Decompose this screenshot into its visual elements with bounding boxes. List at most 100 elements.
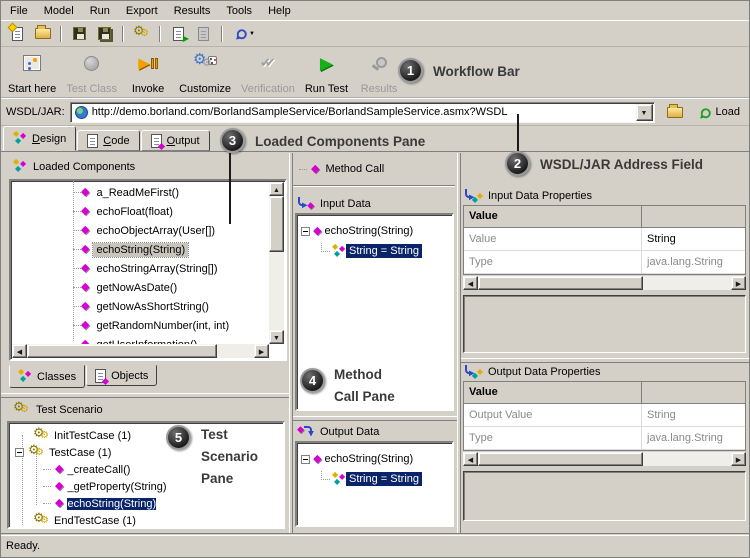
verification-icon xyxy=(260,55,276,71)
property-value[interactable]: String xyxy=(642,228,745,250)
horizontal-scrollbar[interactable] xyxy=(463,452,746,466)
scroll-left-button[interactable] xyxy=(463,276,478,290)
scroll-right-button[interactable] xyxy=(254,344,269,358)
workflow-test-class-button: Test Class xyxy=(61,50,122,95)
settings-button[interactable] xyxy=(129,23,154,45)
export-report-button[interactable] xyxy=(166,23,191,45)
address-dropdown-button[interactable] xyxy=(636,104,653,121)
workflow-start-here-button[interactable]: Start here xyxy=(3,50,61,95)
tree-item[interactable]: getNowAsDate() xyxy=(81,278,285,297)
workflow-invoke-button[interactable]: Invoke xyxy=(122,50,174,95)
tree-item-selected[interactable]: echoString(String) xyxy=(81,240,285,259)
scrollbar-track[interactable] xyxy=(217,344,254,358)
save-all-icon xyxy=(98,27,111,40)
tab-objects[interactable]: Objects xyxy=(86,365,157,386)
browse-wsdl-button[interactable] xyxy=(663,101,687,123)
scrollbar-thumb[interactable] xyxy=(269,196,284,252)
workflow-run-test-button[interactable]: Run Test xyxy=(300,50,353,95)
scrollbar-track[interactable] xyxy=(269,252,284,330)
tree-item-selected[interactable]: String = String xyxy=(321,469,452,489)
table-row: Type java.lang.String xyxy=(464,251,745,274)
scroll-down-button[interactable] xyxy=(269,330,284,344)
scrollbar-thumb[interactable] xyxy=(478,276,643,290)
scrollbar-track[interactable] xyxy=(643,452,731,466)
menu-tools[interactable]: Tools xyxy=(218,3,260,19)
scrollbar-thumb[interactable] xyxy=(27,344,217,358)
open-folder-icon xyxy=(667,107,683,118)
expander-minus-icon[interactable] xyxy=(301,227,310,236)
horizontal-scrollbar[interactable] xyxy=(463,276,746,290)
tree-item[interactable]: a_ReadMeFirst() xyxy=(81,183,285,202)
scrollbar-track[interactable] xyxy=(643,276,731,290)
scrollbar-thumb[interactable] xyxy=(478,452,643,466)
run-test-icon xyxy=(320,55,333,72)
scroll-arrow-icon xyxy=(273,183,280,195)
classes-tab-icon xyxy=(18,370,32,383)
horizontal-scrollbar[interactable] xyxy=(12,344,269,358)
menu-file[interactable]: File xyxy=(2,3,36,19)
scroll-right-button[interactable] xyxy=(731,276,746,290)
save-button[interactable] xyxy=(67,23,92,45)
workflow-customize-button[interactable]: Customize xyxy=(174,50,236,95)
pane-splitter[interactable] xyxy=(293,416,457,421)
tree-item[interactable]: echoStringArray(String[]) xyxy=(81,259,285,278)
wsdl-address-combobox[interactable]: http://demo.borland.com/BorlandSampleSer… xyxy=(70,102,655,123)
scroll-left-button[interactable] xyxy=(463,452,478,466)
tree-branch-icon xyxy=(299,169,307,170)
expander-minus-icon[interactable] xyxy=(301,455,310,464)
menu-help[interactable]: Help xyxy=(260,3,299,19)
tab-code[interactable]: Code xyxy=(77,130,139,151)
update-tools-button[interactable]: ▼ xyxy=(228,23,262,45)
tree-item-selected[interactable]: String = String xyxy=(321,241,452,261)
menu-results[interactable]: Results xyxy=(166,3,219,19)
scroll-left-button[interactable] xyxy=(12,344,27,358)
workflow-button-label: Results xyxy=(361,83,398,95)
menu-export[interactable]: Export xyxy=(118,3,166,19)
annotation-label-4-line2: Call Pane xyxy=(334,389,395,404)
method-icon xyxy=(81,301,89,312)
input-data-header: Input Data xyxy=(297,197,371,211)
gears-icon xyxy=(133,27,150,41)
loaded-components-title: Loaded Components xyxy=(33,161,135,173)
new-document-button[interactable] xyxy=(5,23,30,45)
vertical-scrollbar[interactable] xyxy=(269,182,284,344)
tree-item-label: String = String xyxy=(346,244,422,258)
tree-item[interactable]: getRandomNumber(int, int) xyxy=(81,316,285,335)
test-class-icon xyxy=(84,56,99,71)
test-scenario-header: Test Scenario xyxy=(13,403,103,417)
scroll-right-button[interactable] xyxy=(731,452,746,466)
open-button[interactable] xyxy=(30,23,55,45)
tree-item[interactable]: echoObjectArray(User[]) xyxy=(81,221,285,240)
menu-run[interactable]: Run xyxy=(82,3,118,19)
method-icon xyxy=(81,244,89,255)
tree-item[interactable]: _getProperty(String) xyxy=(15,478,283,495)
test-scenario-title: Test Scenario xyxy=(36,404,103,416)
table-row: Type java.lang.String xyxy=(464,427,745,450)
tree-item[interactable]: InitTestCase (1) xyxy=(15,427,283,444)
tab-design[interactable]: Design xyxy=(3,126,76,151)
tree-item[interactable]: echoString(String) xyxy=(301,449,452,469)
tree-item[interactable]: echoFloat(float) xyxy=(81,202,285,221)
tree-item[interactable]: getNowAsShortString() xyxy=(81,297,285,316)
workflow-button-label: Verification xyxy=(241,83,295,95)
annotation-badge-2: 2 xyxy=(505,151,530,176)
load-button[interactable]: Load xyxy=(695,104,744,121)
menu-model[interactable]: Model xyxy=(36,3,82,19)
tab-classes[interactable]: Classes xyxy=(9,365,85,388)
dropdown-arrow-icon[interactable]: ▼ xyxy=(249,31,255,37)
wsdl-address-value[interactable]: http://demo.borland.com/BorlandSampleSer… xyxy=(92,106,636,118)
scroll-arrow-icon xyxy=(468,277,473,289)
scroll-up-button[interactable] xyxy=(269,182,284,196)
tab-label: Code xyxy=(103,135,129,147)
badge-number: 2 xyxy=(514,156,521,171)
tab-output[interactable]: Output xyxy=(141,130,210,151)
expander-minus-icon[interactable] xyxy=(15,448,24,457)
save-all-button[interactable] xyxy=(92,23,117,45)
pane-splitter[interactable] xyxy=(1,393,289,398)
tree-item[interactable]: echoString(String) xyxy=(301,221,452,241)
tree-item[interactable]: EndTestCase (1) xyxy=(15,512,283,529)
pane-splitter[interactable] xyxy=(461,358,749,363)
components-tree-list: a_ReadMeFirst() echoFloat(float) echoObj… xyxy=(11,181,285,359)
method-icon xyxy=(81,225,89,236)
tree-item-selected[interactable]: echoString(String) xyxy=(15,495,283,512)
